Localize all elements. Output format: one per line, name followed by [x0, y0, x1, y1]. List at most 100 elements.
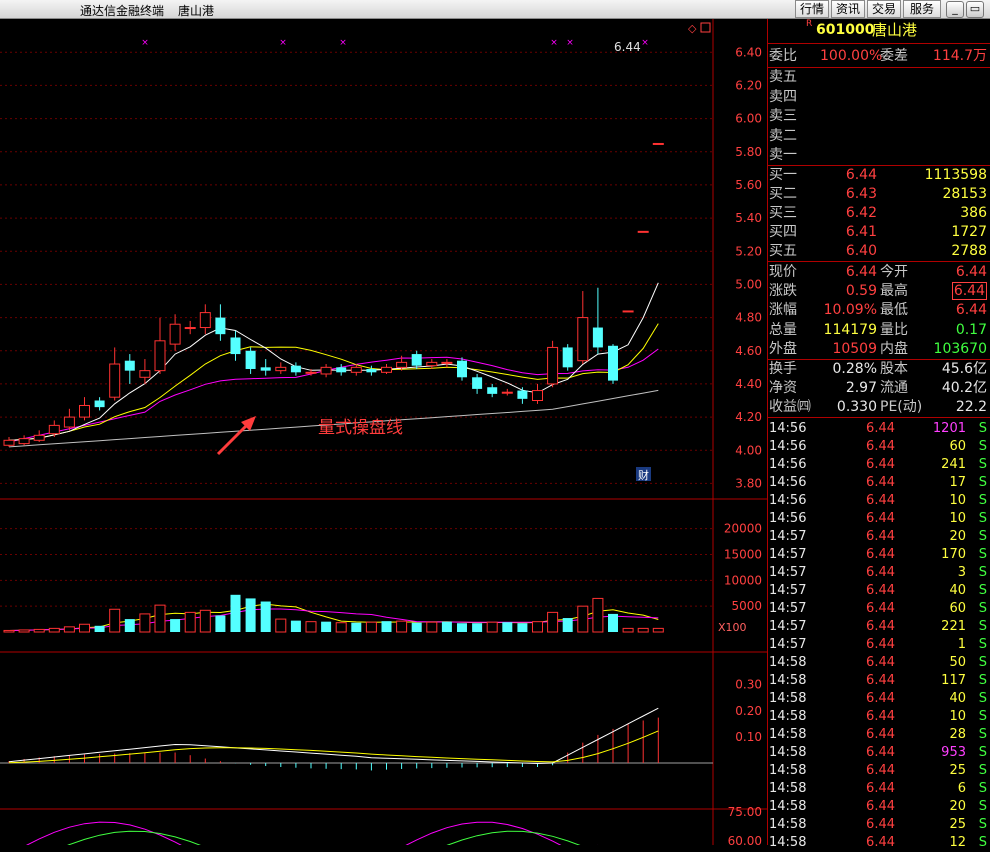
tick-row: 14:58 6.44 28 S [769, 727, 987, 742]
volume-bar [562, 618, 573, 632]
price-tick-label: 3.80 [735, 476, 762, 490]
volume-tick-label: 10000 [724, 573, 762, 587]
macd-tick-label: 0.10 [735, 730, 762, 744]
candle-body [350, 366, 362, 373]
kdj-tick-label: 60.00 [728, 834, 762, 845]
bid-row: 买三 6.42 386 [769, 205, 987, 221]
candle-body [487, 387, 498, 394]
volume-bar [290, 620, 301, 632]
tick-row: 14:58 6.44 12 S [769, 835, 987, 850]
candle-body [411, 354, 422, 366]
candle-body [290, 365, 301, 373]
price-tick-label: 5.60 [735, 178, 762, 192]
tick-row: 14:56 6.44 17 S [769, 475, 987, 490]
trade-button[interactable]: 交易 [867, 0, 901, 18]
candle-body [517, 390, 528, 399]
tick-row: 14:57 6.44 221 S [769, 619, 987, 634]
news-button[interactable]: 资讯 [831, 0, 865, 18]
candle-body [199, 312, 211, 329]
stat2-row: 换手 0.28% 股本 45.6亿 [769, 361, 987, 377]
candle-body [336, 367, 347, 373]
tick-row: 14:56 6.44 241 S [769, 457, 987, 472]
bid-row: 买一 6.44 1113598 [769, 167, 987, 183]
kdj-tick-label: 75.00 [728, 805, 762, 819]
tick-row: 14:57 6.44 20 S [769, 529, 987, 544]
tick-row: 14:58 6.44 20 S [769, 799, 987, 814]
volume-bar [260, 601, 271, 632]
volume-bar [139, 613, 151, 633]
stock-code: 601000 [816, 22, 875, 38]
candle-body [215, 317, 226, 335]
tick-row: 14:57 6.44 60 S [769, 601, 987, 616]
chart-markers: × × × × × × [141, 38, 649, 48]
tick-row: 14:58 6.44 50 S [769, 655, 987, 670]
stat2-row: 净资 2.97 流通 40.2亿 [769, 380, 987, 396]
stat-row: 现价 6.44 今开 6.44 [769, 264, 987, 280]
tick-row: 14:56 6.44 10 S [769, 511, 987, 526]
volume-tick-label: 15000 [724, 548, 762, 562]
macd-dea-line [8, 730, 659, 764]
volume-bar [275, 618, 287, 633]
event-marker-icon: × [641, 38, 649, 48]
volume-bar [170, 619, 181, 632]
expand-icon [700, 22, 711, 33]
candle-body [562, 347, 573, 368]
candlesticks [3, 142, 664, 447]
candle-body [652, 142, 664, 145]
candle-body [275, 366, 287, 372]
volume-bar [637, 627, 649, 633]
tick-row: 14:57 6.44 40 S [769, 583, 987, 598]
event-marker-icon: × [550, 38, 558, 48]
volume-bar [3, 629, 15, 633]
volume-bar [577, 605, 589, 633]
volume-bar [321, 621, 332, 632]
stat-row: 涨幅 10.09% 最低 6.44 [769, 302, 987, 319]
candle-body [366, 368, 377, 373]
tick-row: 14:58 6.44 25 S [769, 817, 987, 832]
volume-tick-label: 20000 [724, 522, 762, 536]
volume-tick-label: 5000 [731, 599, 762, 613]
volume-bar [396, 620, 408, 633]
candle-body [63, 416, 75, 428]
tick-row: 14:57 6.44 170 S [769, 547, 987, 562]
volume-bar [472, 623, 483, 632]
price-tick-label: 5.40 [735, 211, 762, 225]
finance-marker[interactable]: 财 [638, 468, 649, 482]
candle-body [79, 404, 90, 418]
volume-bar [215, 615, 226, 632]
volume-bar [441, 621, 452, 632]
volume-bar [365, 621, 377, 633]
volume-bar [79, 623, 90, 633]
event-marker-icon: × [279, 38, 287, 48]
volume-bar [154, 604, 166, 633]
annotation-text: 量式操盘线 [318, 418, 403, 438]
volume-bar [502, 622, 513, 632]
candle-body [94, 400, 105, 408]
candle-body [245, 350, 256, 369]
axis-labels: 6.40 6.20 6.00 5.80 5.60 5.40 5.20 5.00 4.80 4.60… [724, 45, 762, 845]
restore-icon[interactable]: ▭ [966, 1, 984, 18]
macd-tick-label: 0.30 [735, 678, 762, 692]
candle-body [592, 327, 603, 348]
service-button[interactable]: 服务 [903, 0, 941, 18]
tick-row: 14:58 6.44 6 S [769, 781, 987, 796]
tick-row: 14:57 6.44 3 S [769, 565, 987, 580]
price-tick-label: 4.60 [735, 344, 762, 358]
macd-tick-label: 0.20 [735, 704, 762, 718]
kdj-panel [25, 821, 599, 845]
candle-body [48, 424, 60, 435]
ask-row: 卖二 [769, 127, 797, 144]
kline-chart[interactable]: 6.40 6.20 6.00 5.80 5.60 5.40 5.20 5.00 4.80 4.60… [0, 19, 767, 845]
event-marker-icon: × [141, 38, 149, 48]
bid-row: 买四 6.41 1727 [769, 224, 987, 240]
volume-bar [457, 623, 467, 632]
candle-body [501, 391, 513, 394]
ask-row: 卖三 [769, 108, 797, 124]
volume-bar [48, 627, 60, 633]
minimize-icon[interactable]: _ [946, 1, 964, 18]
candle-body [124, 360, 135, 371]
candle-body [154, 340, 166, 372]
tick-row: 14:58 6.44 25 S [769, 763, 987, 778]
volume-bar [63, 626, 75, 633]
candle-body [260, 367, 271, 371]
